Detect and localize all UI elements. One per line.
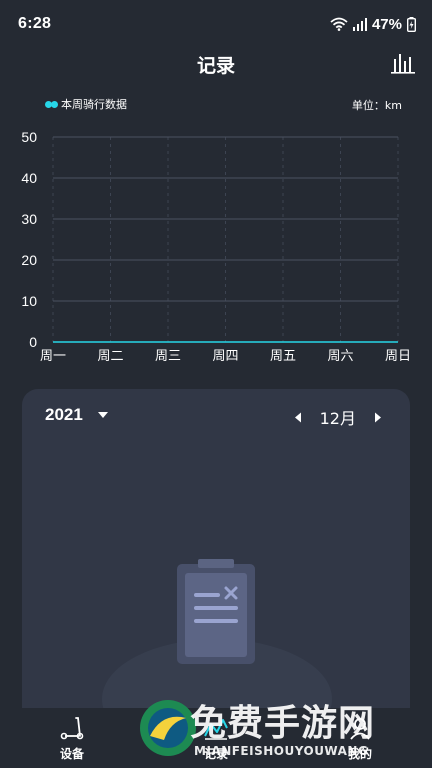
month-value: 12月 xyxy=(319,409,356,428)
y-tick-label: 30 xyxy=(21,211,37,227)
battery-icon xyxy=(407,16,416,32)
year-selector[interactable]: 2021 xyxy=(45,405,109,425)
x-tick-label: 周六 xyxy=(327,349,353,364)
month-selector: 12月 xyxy=(292,405,384,429)
caret-down-icon xyxy=(97,412,108,418)
x-tick-label: 周日 xyxy=(385,349,411,364)
chart-line-icon xyxy=(204,719,228,740)
tab-profile[interactable]: 我的 xyxy=(288,708,432,768)
y-tick-label: 0 xyxy=(29,334,37,350)
bar-chart-icon[interactable] xyxy=(390,50,416,76)
legend-label: 本周骑行数据 xyxy=(61,98,127,111)
header: 记录 xyxy=(0,44,432,84)
profile-icon xyxy=(350,718,370,740)
battery-percent: 47% xyxy=(371,15,402,33)
tab-records-label: 记录 xyxy=(203,747,228,761)
status-time: 6:28 xyxy=(18,15,52,32)
x-tick-label: 周五 xyxy=(270,349,296,364)
page-title: 记录 xyxy=(196,54,235,77)
y-tick-label: 40 xyxy=(21,170,37,186)
next-month-button[interactable] xyxy=(372,410,384,424)
tab-profile-label: 我的 xyxy=(347,747,372,761)
x-tick-label: 周二 xyxy=(97,349,123,364)
wifi-icon xyxy=(330,17,348,31)
caret-left-icon xyxy=(294,412,301,422)
legend-marker xyxy=(45,100,58,108)
unit-label: 单位：km xyxy=(351,99,402,112)
x-tick-label: 周四 xyxy=(212,349,238,364)
prev-month-button[interactable] xyxy=(292,410,304,424)
status-bar: 6:28 47% xyxy=(0,0,432,48)
y-tick-label: 50 xyxy=(21,129,37,145)
weekly-ride-chart: 0 10 20 30 40 50 周一 周二 周三 周四 周五 周六 周日 xyxy=(21,129,411,364)
x-tick-label: 周一 xyxy=(40,349,66,364)
y-tick-label: 20 xyxy=(21,252,37,268)
x-tick-label: 周三 xyxy=(155,349,181,364)
tab-device-label: 设备 xyxy=(59,747,84,761)
tab-device[interactable]: 设备 xyxy=(0,708,144,768)
chart-legend: 本周骑行数据 xyxy=(45,96,127,112)
signal-icon xyxy=(352,17,367,31)
empty-clipboard-icon xyxy=(102,559,332,719)
year-value: 2021 xyxy=(45,405,83,424)
y-tick-label: 10 xyxy=(21,293,37,309)
caret-right-icon xyxy=(375,412,381,422)
bottom-tab-bar: 设备 记录 我的 xyxy=(0,708,432,768)
status-indicators: 47% xyxy=(330,16,416,33)
scooter-icon xyxy=(60,717,84,740)
tab-records[interactable]: 记录 xyxy=(144,708,288,768)
